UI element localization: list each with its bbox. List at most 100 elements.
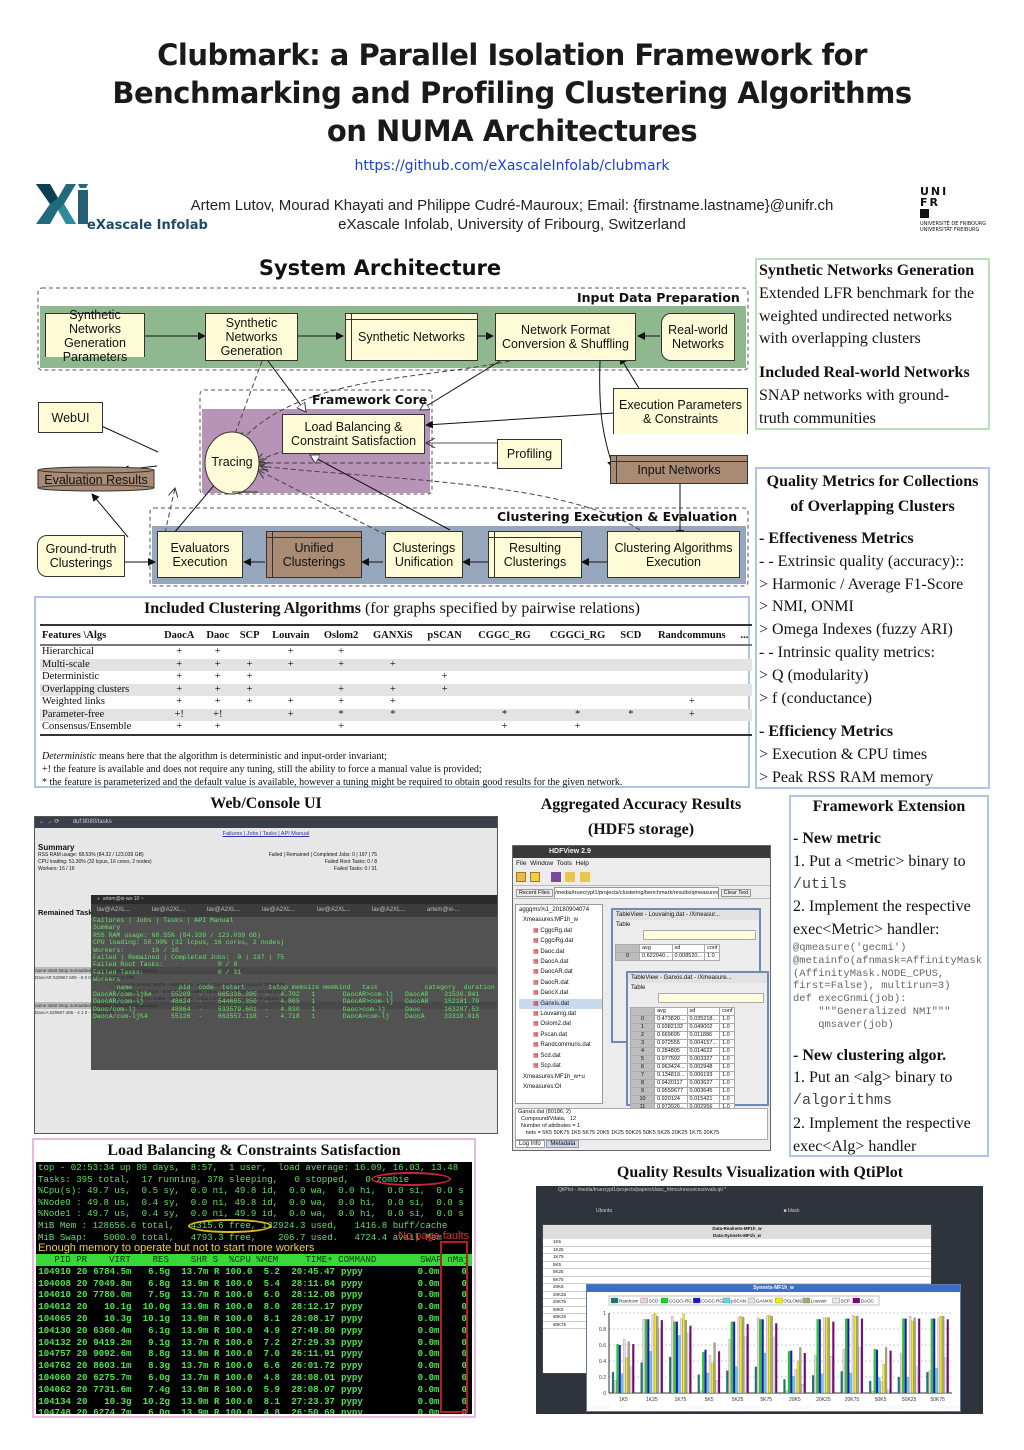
tree-item[interactable]: ▦ Scp.dat	[519, 1061, 602, 1071]
sheet-row[interactable]: 1K25	[543, 1247, 931, 1254]
cell[interactable]: 0.049002	[686, 1023, 721, 1032]
font-select[interactable]: Ubuntu	[596, 1208, 612, 1214]
menu-window[interactable]: Window	[530, 860, 553, 867]
table-menu[interactable]: Table	[613, 920, 759, 930]
row-index[interactable]: 1	[630, 1023, 655, 1032]
row-index[interactable]: 5	[630, 1055, 655, 1064]
cell[interactable]: 1.0	[719, 1063, 736, 1072]
save-as-icon[interactable]	[579, 872, 590, 882]
cell[interactable]: 1.0	[719, 1087, 736, 1096]
cell[interactable]: 1.0	[719, 1055, 736, 1064]
save-icon[interactable]	[565, 872, 576, 882]
row-index[interactable]: 3	[630, 1039, 655, 1048]
tab-log-info[interactable]: Log Info	[515, 1140, 545, 1148]
tree-group[interactable]: Xmeasures:MF1h_w+u	[519, 1072, 602, 1082]
terminal-tab[interactable]: lav@A2XL...	[97, 904, 152, 917]
tree-item[interactable]: ▦ Scd.dat	[519, 1051, 602, 1061]
tree-item[interactable]: ▦ Louvainig.dat	[519, 1009, 602, 1019]
row-index[interactable]: 7	[630, 1071, 655, 1080]
cell[interactable]: 0.003327	[686, 1055, 721, 1064]
tree-item[interactable]: ▦ DaocR.dat	[519, 978, 602, 988]
new-file-icon[interactable]	[530, 872, 541, 882]
table-menu[interactable]: Table	[628, 983, 767, 993]
cell[interactable]: 0.011886	[686, 1031, 721, 1040]
clear-text-button[interactable]: Clear Text	[720, 889, 752, 897]
tree-item[interactable]: ▦ Daoc.dat	[519, 947, 602, 957]
cell[interactable]: 0.977592	[654, 1055, 688, 1064]
terminal-tab[interactable]: lav@A2XL...	[372, 904, 427, 917]
close-icon[interactable]: ●	[97, 896, 100, 902]
sheet-row[interactable]: 5K25	[543, 1269, 931, 1277]
row-index[interactable]: 4	[630, 1047, 655, 1056]
qtiplot-toolbar[interactable]	[536, 1195, 983, 1206]
cell[interactable]: 0.003627	[686, 1079, 721, 1088]
cell[interactable]: 0.134819...	[654, 1071, 688, 1080]
tree-item[interactable]: ▦ DaocA.dat	[519, 957, 602, 967]
row-index[interactable]: 0	[630, 1015, 655, 1024]
menu-tools[interactable]: Tools	[557, 860, 572, 867]
tree-item[interactable]: ▦ DaocX.dat	[519, 988, 602, 998]
cell[interactable]: 0.015421	[686, 1095, 721, 1104]
cell[interactable]: 0.035218...	[686, 1015, 721, 1024]
cell[interactable]: 0.284805	[654, 1047, 688, 1056]
tree-item[interactable]: ▦ Randcommuns.dat	[519, 1040, 602, 1050]
cell[interactable]: 1.0	[719, 1071, 736, 1080]
tree-item[interactable]: ▦ CggciRg.dat	[519, 936, 602, 946]
cell[interactable]: 0.9382132	[654, 1023, 688, 1032]
tree-item[interactable]: ▦ CggcRg.dat	[519, 926, 602, 936]
cell[interactable]: 1.0	[719, 1015, 736, 1024]
terminal-tab[interactable]: lav@A2XL...	[152, 904, 207, 917]
webui-nav-links[interactable]: Failures | Jobs | Tasks | API Manual	[35, 831, 497, 837]
cell[interactable]: 0.920124	[654, 1095, 688, 1104]
cell-editor[interactable]	[643, 930, 756, 940]
sheet-row[interactable]: 5K75	[543, 1277, 931, 1284]
menu-file[interactable]: File	[516, 860, 526, 867]
sheet-row[interactable]: 1K75	[543, 1254, 931, 1262]
help-book-icon[interactable]	[550, 872, 561, 882]
cell[interactable]: 0.972555	[654, 1039, 688, 1048]
cell[interactable]: 0.963424...	[654, 1063, 688, 1072]
cell[interactable]: 0.669695	[654, 1031, 688, 1040]
sheet-row[interactable]: 5K5	[543, 1262, 931, 1269]
color-select[interactable]: ■ black	[784, 1208, 800, 1214]
feature-cell: +	[287, 696, 294, 707]
row-index[interactable]: 6	[630, 1063, 655, 1072]
browser-address-bar[interactable]: ← → ⟳ duf:8080/tasks	[35, 817, 497, 828]
terminal-tab[interactable]: lav@A2XL...	[207, 904, 262, 917]
terminal-tab[interactable]: lav@A2XL...	[262, 904, 317, 917]
tree-item[interactable]: ▦ DaocAR.dat	[519, 967, 602, 977]
tree-group[interactable]: Xmeasures:OI	[519, 1082, 602, 1092]
tree-item[interactable]: ▦ Oslom2.dat	[519, 1019, 602, 1029]
row-index[interactable]: 10	[630, 1095, 655, 1104]
cell[interactable]: 0.004157...	[686, 1039, 721, 1048]
open-file-icon[interactable]	[516, 872, 526, 882]
cell[interactable]: 1.0	[719, 1095, 736, 1104]
terminal-tab[interactable]: lav@A2XL...	[317, 904, 372, 917]
tree-item[interactable]: ▦ Ganxis.dat	[519, 998, 602, 1010]
row-index[interactable]: 2	[630, 1031, 655, 1040]
cell[interactable]: 1.0	[719, 1079, 736, 1088]
tree-item[interactable]: ▦ Pscan.dat	[519, 1030, 602, 1040]
cell[interactable]: 0.9420117	[654, 1079, 688, 1088]
cell[interactable]: 0.006193	[686, 1071, 721, 1080]
terminal-tab[interactable]: artem@xi-...	[427, 904, 482, 917]
recent-path-input[interactable]: /media/truecrypt1/projects/clustering/be…	[554, 886, 720, 898]
cell[interactable]: 0.002948	[686, 1063, 721, 1072]
recent-files-button[interactable]: Recent Files	[516, 889, 553, 897]
cell-editor[interactable]	[658, 993, 764, 1003]
sheet-row[interactable]: 1K5	[543, 1239, 931, 1247]
cell[interactable]: 1.0	[719, 1047, 736, 1056]
cell[interactable]: 1.0	[719, 1031, 736, 1040]
tree-group[interactable]: Xmeasures:MF1h_w	[519, 915, 602, 925]
row-index[interactable]: 8	[630, 1079, 655, 1088]
menu-help[interactable]: Help	[576, 860, 589, 867]
cell[interactable]: 0.014622	[686, 1047, 721, 1056]
cell[interactable]: 1.0	[719, 1023, 736, 1032]
cell[interactable]: 0.003645	[686, 1087, 721, 1096]
cell[interactable]: 0.473820...	[654, 1015, 688, 1024]
tab-metadata[interactable]: Metadata	[546, 1140, 580, 1148]
row-index[interactable]: 9	[630, 1087, 655, 1096]
cell[interactable]: 1.0	[719, 1039, 736, 1048]
cell[interactable]: 0.9559677	[654, 1087, 688, 1096]
tree-root[interactable]: aggqms%1_20180904074	[519, 905, 602, 915]
